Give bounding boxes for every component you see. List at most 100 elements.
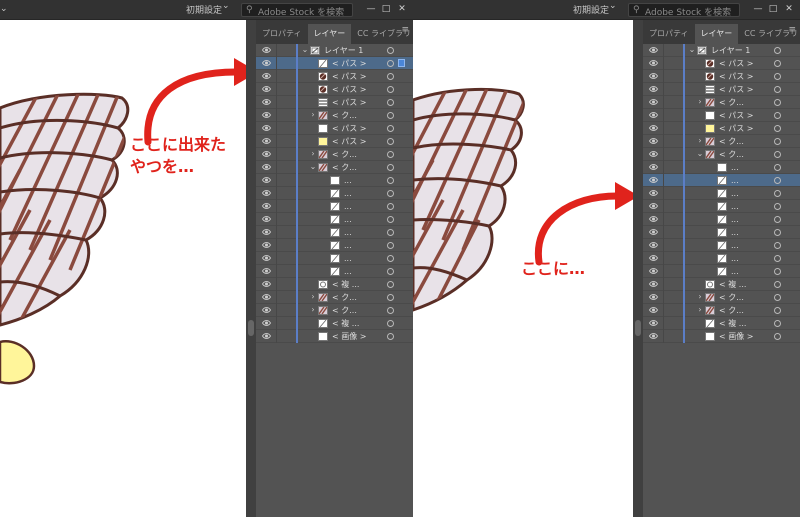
layer-row[interactable]: < パス > xyxy=(256,57,413,70)
layer-name[interactable]: < パス > xyxy=(332,71,367,82)
target-icon[interactable] xyxy=(774,112,781,119)
target-icon[interactable] xyxy=(774,177,781,184)
target-icon[interactable] xyxy=(387,99,394,106)
visibility-toggle[interactable] xyxy=(643,317,664,330)
visibility-toggle[interactable] xyxy=(643,148,664,161)
chevron-right-icon[interactable]: › xyxy=(308,292,318,301)
layer-name[interactable]: ... xyxy=(344,253,352,264)
visibility-toggle[interactable] xyxy=(256,135,277,148)
target-icon[interactable] xyxy=(387,307,394,314)
workspace-preset[interactable]: 初期設定 xyxy=(186,3,222,16)
visibility-toggle[interactable] xyxy=(643,291,664,304)
chevron-down-icon[interactable]: ⌄ xyxy=(0,4,8,14)
target-icon[interactable] xyxy=(387,190,394,197)
visibility-toggle[interactable] xyxy=(256,148,277,161)
panel-menu-icon[interactable]: ≡ xyxy=(401,25,409,35)
layer-name[interactable]: < 複 ... xyxy=(719,318,746,329)
layer-row[interactable]: ... xyxy=(643,161,800,174)
layer-name[interactable]: < ク... xyxy=(719,149,744,160)
layer-name[interactable]: < パス > xyxy=(332,97,367,108)
layer-name[interactable]: ... xyxy=(731,188,739,199)
target-icon[interactable] xyxy=(774,138,781,145)
tab-layers[interactable]: レイヤー xyxy=(694,24,739,44)
target-icon[interactable] xyxy=(774,320,781,327)
layer-name[interactable]: ... xyxy=(731,201,739,212)
visibility-toggle[interactable] xyxy=(643,174,664,187)
target-icon[interactable] xyxy=(774,203,781,210)
layer-row[interactable]: ⌄ レイヤー 1 xyxy=(256,44,413,57)
visibility-toggle[interactable] xyxy=(256,278,277,291)
layer-row[interactable]: › < ク... xyxy=(256,304,413,317)
layer-name[interactable]: ... xyxy=(344,240,352,251)
target-icon[interactable] xyxy=(387,268,394,275)
target-icon[interactable] xyxy=(387,177,394,184)
close-icon[interactable]: ✕ xyxy=(395,2,409,16)
layer-name[interactable]: < パス > xyxy=(719,84,754,95)
layer-name[interactable]: ... xyxy=(731,253,739,264)
target-icon[interactable] xyxy=(387,164,394,171)
layer-row[interactable]: ... xyxy=(643,226,800,239)
chevron-right-icon[interactable]: › xyxy=(308,149,318,158)
layer-row[interactable]: ... xyxy=(256,226,413,239)
layer-name[interactable]: < パス > xyxy=(719,123,754,134)
target-icon[interactable] xyxy=(774,333,781,340)
target-icon[interactable] xyxy=(774,255,781,262)
visibility-toggle[interactable] xyxy=(643,161,664,174)
visibility-toggle[interactable] xyxy=(643,278,664,291)
layer-row[interactable]: › < ク... xyxy=(643,135,800,148)
panel-gutter[interactable] xyxy=(246,20,256,517)
resize-grip[interactable] xyxy=(248,320,254,336)
layer-name[interactable]: < ク... xyxy=(332,305,357,316)
visibility-toggle[interactable] xyxy=(256,96,277,109)
layer-name[interactable]: < パス > xyxy=(719,110,754,121)
visibility-toggle[interactable] xyxy=(256,44,277,57)
chevron-right-icon[interactable]: › xyxy=(695,305,705,314)
target-icon[interactable] xyxy=(774,268,781,275)
workspace-preset[interactable]: 初期設定 xyxy=(573,3,609,16)
layer-row[interactable]: › < ク... xyxy=(256,291,413,304)
layer-name[interactable]: < パス > xyxy=(719,71,754,82)
target-icon[interactable] xyxy=(387,242,394,249)
target-icon[interactable] xyxy=(387,320,394,327)
visibility-toggle[interactable] xyxy=(643,239,664,252)
visibility-toggle[interactable] xyxy=(256,213,277,226)
layer-row[interactable]: < パス > xyxy=(256,122,413,135)
layer-name[interactable]: ... xyxy=(731,214,739,225)
tab-properties[interactable]: プロパティ xyxy=(643,24,695,44)
layer-row[interactable]: < 画像 > xyxy=(643,330,800,343)
target-icon[interactable] xyxy=(774,190,781,197)
layer-row[interactable]: › < ク... xyxy=(256,109,413,122)
layer-row[interactable]: › < ク... xyxy=(643,96,800,109)
layer-row[interactable]: ⌄ レイヤー 1 xyxy=(643,44,800,57)
layer-name[interactable]: < パス > xyxy=(719,58,754,69)
target-icon[interactable] xyxy=(774,60,781,67)
visibility-toggle[interactable] xyxy=(256,304,277,317)
layer-row[interactable]: ... xyxy=(643,200,800,213)
visibility-toggle[interactable] xyxy=(256,291,277,304)
target-icon[interactable] xyxy=(387,138,394,145)
maximize-icon[interactable]: □ xyxy=(766,2,780,16)
visibility-toggle[interactable] xyxy=(643,265,664,278)
tab-properties[interactable]: プロパティ xyxy=(256,24,308,44)
layer-name[interactable]: < ク... xyxy=(332,162,357,173)
layer-row[interactable]: < パス > xyxy=(643,57,800,70)
target-icon[interactable] xyxy=(387,333,394,340)
visibility-toggle[interactable] xyxy=(256,226,277,239)
layer-name[interactable]: ... xyxy=(344,266,352,277)
target-icon[interactable] xyxy=(774,281,781,288)
visibility-toggle[interactable] xyxy=(643,122,664,135)
layer-name[interactable]: < 複 ... xyxy=(332,318,359,329)
visibility-toggle[interactable] xyxy=(643,83,664,96)
minimize-icon[interactable]: — xyxy=(751,2,765,16)
visibility-toggle[interactable] xyxy=(256,122,277,135)
visibility-toggle[interactable] xyxy=(643,109,664,122)
target-icon[interactable] xyxy=(774,229,781,236)
layer-row[interactable]: < パス > xyxy=(643,122,800,135)
visibility-toggle[interactable] xyxy=(256,187,277,200)
visibility-toggle[interactable] xyxy=(643,70,664,83)
panel-menu-icon[interactable]: ≡ xyxy=(788,25,796,35)
chevron-down-icon[interactable]: ⌄ xyxy=(308,162,318,171)
maximize-icon[interactable]: □ xyxy=(379,2,393,16)
layer-name[interactable]: < ク... xyxy=(719,97,744,108)
chevron-right-icon[interactable]: › xyxy=(308,305,318,314)
